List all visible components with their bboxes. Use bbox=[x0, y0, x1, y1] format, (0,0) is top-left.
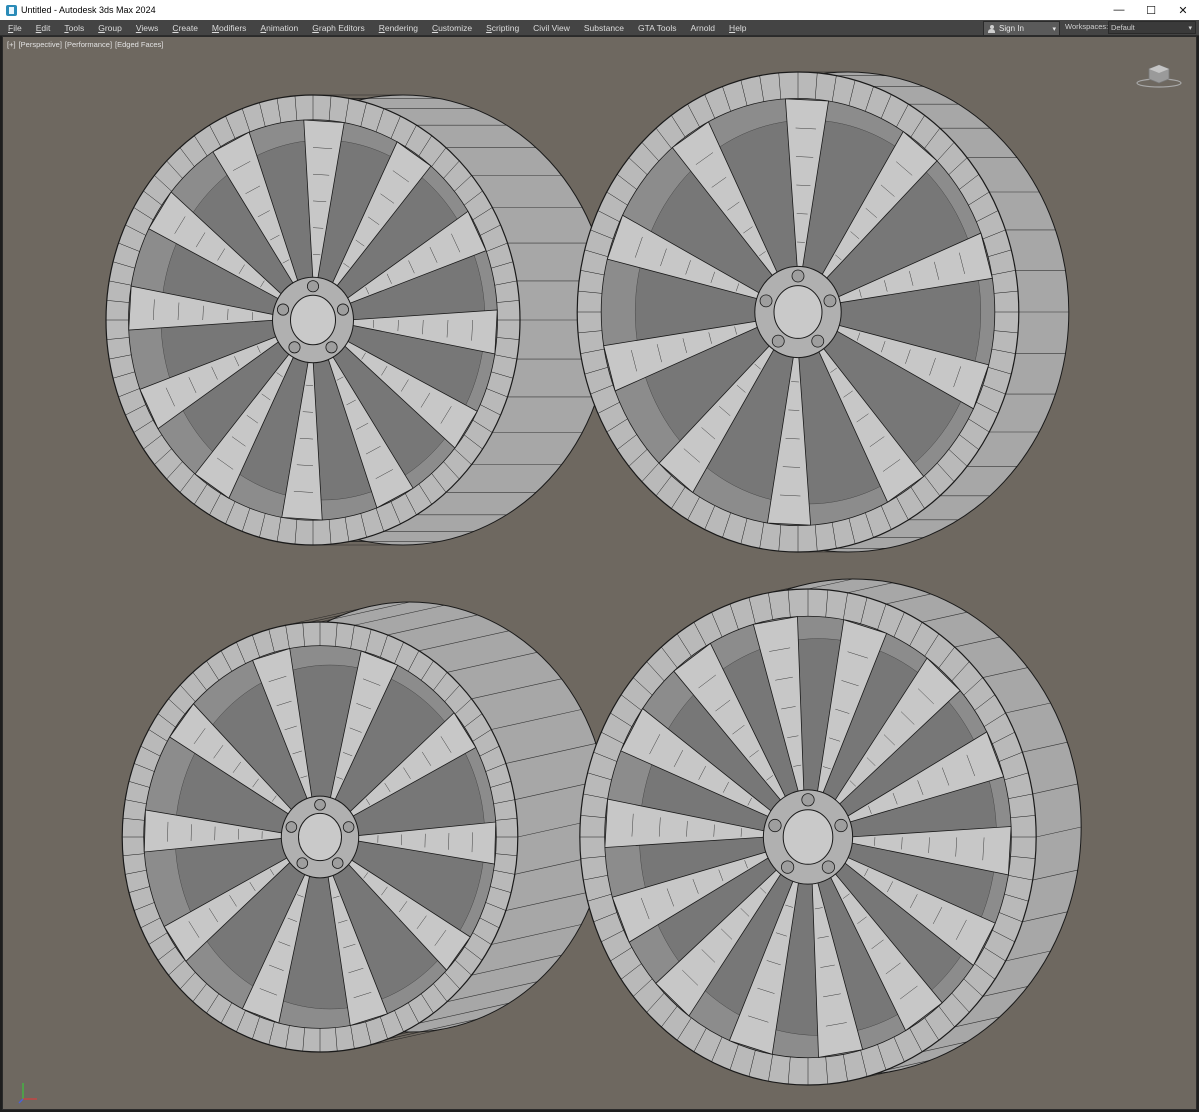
chevron-down-icon: ▾ bbox=[1188, 24, 1192, 32]
window-controls: — ☐ ✕ bbox=[1103, 0, 1199, 20]
workspaces-value: Default bbox=[1111, 23, 1135, 32]
menu-item-gta-tools[interactable]: GTA Tools bbox=[638, 23, 676, 33]
viewport-performance-tag[interactable]: [Performance] bbox=[65, 40, 112, 49]
wheel-bottom-left[interactable] bbox=[121, 601, 609, 1053]
chevron-down-icon: ▾ bbox=[1052, 25, 1056, 33]
lug-nut bbox=[771, 334, 785, 348]
sign-in-label: Sign In bbox=[999, 24, 1024, 33]
menu-label: ustomize bbox=[438, 22, 473, 33]
lug-nut bbox=[296, 857, 309, 869]
lug-nut bbox=[768, 818, 782, 833]
menu-label: Civil View bbox=[533, 22, 570, 33]
close-button[interactable]: ✕ bbox=[1167, 0, 1199, 20]
menu-label: ile bbox=[13, 22, 22, 33]
window-title: Untitled - Autodesk 3ds Max 2024 bbox=[21, 5, 156, 15]
menu-label: cripting bbox=[491, 22, 520, 33]
lug-nut bbox=[811, 334, 825, 348]
viewport-label[interactable]: [+] [Perspective] [Performance] [Edged F… bbox=[7, 40, 163, 49]
menu-label: ools bbox=[68, 22, 85, 33]
menu-mnemonic: G bbox=[312, 22, 319, 33]
menu-label: nimation bbox=[266, 22, 299, 33]
menu-item-create[interactable]: Create bbox=[172, 23, 198, 33]
lug-nut bbox=[759, 294, 773, 308]
menu-item-customize[interactable]: Customize bbox=[432, 23, 472, 33]
app-icon bbox=[6, 4, 17, 16]
lug-nut bbox=[325, 341, 338, 354]
menu-item-help[interactable]: Help bbox=[729, 23, 746, 33]
menu-mnemonic: M bbox=[211, 22, 220, 33]
menu-label: roup bbox=[104, 22, 122, 33]
menu-label: Arnold bbox=[690, 22, 716, 33]
lug-nut bbox=[285, 821, 298, 833]
lug-nut bbox=[331, 857, 344, 869]
menu-label: elp bbox=[735, 22, 747, 33]
lug-nut bbox=[277, 303, 290, 316]
menu-item-civil-view[interactable]: Civil View bbox=[533, 23, 570, 33]
wheel-top-right[interactable] bbox=[576, 71, 1070, 553]
menu-item-modifiers[interactable]: Modifiers bbox=[212, 23, 247, 33]
menu-label: reate bbox=[178, 22, 198, 33]
lug-nut bbox=[342, 821, 355, 833]
menu-item-animation[interactable]: Animation bbox=[260, 23, 298, 33]
menu-label: GTA Tools bbox=[638, 22, 677, 33]
lug-nut bbox=[821, 860, 836, 874]
menu-item-substance[interactable]: Substance bbox=[584, 23, 624, 33]
menu-item-arnold[interactable]: Arnold bbox=[690, 23, 715, 33]
menu-item-edit[interactable]: Edit bbox=[36, 23, 51, 33]
lug-nut bbox=[823, 294, 837, 308]
menu-item-views[interactable]: Views bbox=[136, 23, 159, 33]
menu-item-group[interactable]: Group bbox=[98, 23, 122, 33]
maximize-button[interactable]: ☐ bbox=[1135, 0, 1167, 20]
menu-mnemonic: G bbox=[98, 22, 105, 33]
wheel-top-left[interactable] bbox=[105, 94, 611, 546]
wheel-bottom-right[interactable] bbox=[579, 578, 1082, 1086]
axis-tripod-icon bbox=[18, 1083, 37, 1104]
title-bar: Untitled - Autodesk 3ds Max 2024 — ☐ ✕ bbox=[0, 0, 1199, 20]
menu-label: raph Editors bbox=[318, 22, 365, 33]
menu-item-scripting[interactable]: Scripting bbox=[486, 23, 519, 33]
menu-label: endering bbox=[384, 22, 418, 33]
menu-label: dit bbox=[41, 22, 51, 33]
lug-nut bbox=[288, 341, 301, 354]
sign-in-dropdown[interactable]: Sign In ▾ bbox=[983, 21, 1060, 36]
menu-item-file[interactable]: File bbox=[8, 23, 22, 33]
user-icon bbox=[988, 24, 995, 33]
lug-nut bbox=[306, 280, 320, 293]
wheel-scene bbox=[105, 71, 1082, 1086]
menu-item-rendering[interactable]: Rendering bbox=[379, 23, 418, 33]
lug-nut bbox=[336, 303, 349, 316]
minimize-button[interactable]: — bbox=[1103, 0, 1135, 20]
lug-nut bbox=[791, 269, 805, 283]
menu-item-tools[interactable]: Tools bbox=[64, 23, 84, 33]
lug-nut bbox=[314, 798, 326, 811]
lug-nut bbox=[834, 818, 848, 833]
menu-item-graph-editors[interactable]: Graph Editors bbox=[312, 23, 364, 33]
lug-nut bbox=[801, 793, 815, 807]
viewcube-icon[interactable] bbox=[1134, 61, 1184, 89]
menu-label: odifiers bbox=[219, 22, 247, 33]
menu-items: File Edit Tools Group Views Create Modifiers An… bbox=[0, 23, 761, 33]
lug-nut bbox=[780, 860, 795, 874]
perspective-viewport[interactable]: [+] [Perspective] [Performance] [Edged F… bbox=[2, 36, 1197, 1110]
viewport-view-tag[interactable]: [Perspective] bbox=[19, 40, 62, 49]
workspaces-select[interactable]: Default ▾ bbox=[1108, 21, 1196, 34]
menu-label: Substance bbox=[583, 22, 625, 33]
menu-label: iews bbox=[141, 22, 159, 33]
viewport-menu-tag[interactable]: [+] bbox=[7, 40, 16, 49]
menu-bar: File Edit Tools Group Views Create Modifiers An… bbox=[0, 20, 1199, 36]
workspaces-label: Workspaces: bbox=[1065, 22, 1109, 31]
viewport-shading-tag[interactable]: [Edged Faces] bbox=[115, 40, 163, 49]
